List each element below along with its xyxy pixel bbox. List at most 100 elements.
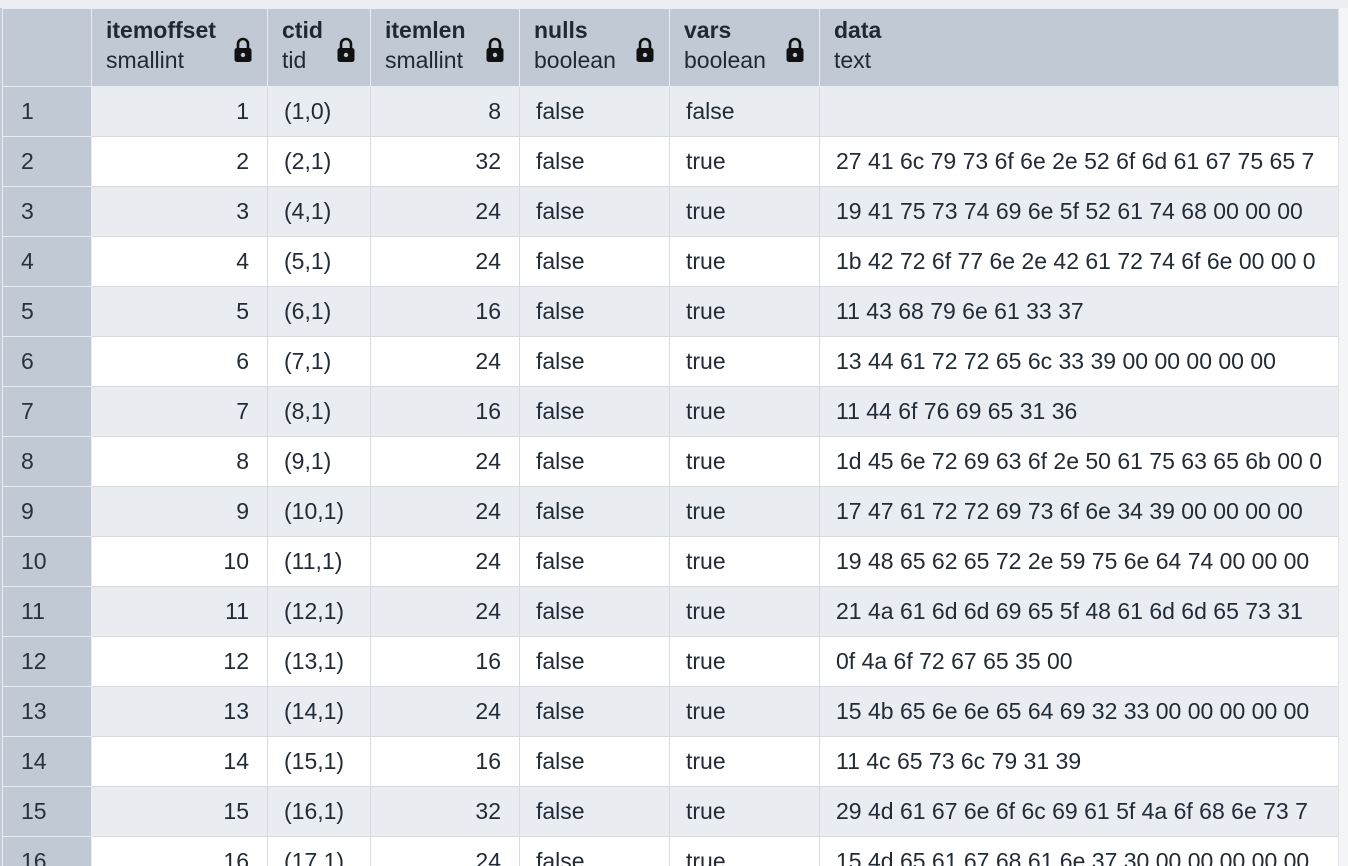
cell-nulls[interactable]: false bbox=[519, 636, 670, 687]
cell-itemlen[interactable]: 24 bbox=[370, 436, 520, 487]
cell-data[interactable]: 15 4d 65 61 67 68 61 6e 37 30 00 00 00 0… bbox=[819, 836, 1340, 866]
cell-itemoffset[interactable]: 4 bbox=[91, 236, 268, 287]
result-grid[interactable]: itemoffset smallint ctid tid itemlen smallint… bbox=[0, 8, 1340, 866]
row-number[interactable]: 15 bbox=[2, 786, 92, 837]
cell-vars[interactable]: true bbox=[669, 686, 820, 737]
column-header-itemoffset[interactable]: itemoffset smallint bbox=[91, 8, 268, 87]
cell-itemoffset[interactable]: 16 bbox=[91, 836, 268, 866]
row-number[interactable]: 13 bbox=[2, 686, 92, 737]
cell-nulls[interactable]: false bbox=[519, 536, 670, 587]
cell-data[interactable]: 27 41 6c 79 73 6f 6e 2e 52 6f 6d 61 67 7… bbox=[819, 136, 1340, 187]
row-number[interactable]: 16 bbox=[2, 836, 92, 866]
cell-data[interactable]: 29 4d 61 67 6e 6f 6c 69 61 5f 4a 6f 68 6… bbox=[819, 786, 1340, 837]
cell-vars[interactable]: true bbox=[669, 586, 820, 637]
row-number[interactable]: 9 bbox=[2, 486, 92, 537]
cell-itemlen[interactable]: 24 bbox=[370, 236, 520, 287]
cell-itemoffset[interactable]: 3 bbox=[91, 186, 268, 237]
cell-itemoffset[interactable]: 13 bbox=[91, 686, 268, 737]
cell-data[interactable]: 19 41 75 73 74 69 6e 5f 52 61 74 68 00 0… bbox=[819, 186, 1340, 237]
cell-itemlen[interactable]: 16 bbox=[370, 286, 520, 337]
cell-ctid[interactable]: (5,1) bbox=[267, 236, 371, 287]
cell-itemlen[interactable]: 24 bbox=[370, 486, 520, 537]
cell-vars[interactable]: true bbox=[669, 436, 820, 487]
row-number[interactable]: 2 bbox=[2, 136, 92, 187]
column-header-vars[interactable]: vars boolean bbox=[669, 8, 820, 87]
cell-vars[interactable]: true bbox=[669, 336, 820, 387]
table-row[interactable]: 6 6 (7,1) 24 false true 13 44 61 72 72 65 6c 3… bbox=[2, 336, 1340, 387]
row-number[interactable]: 4 bbox=[2, 236, 92, 287]
column-header-itemlen[interactable]: itemlen smallint bbox=[370, 8, 520, 87]
cell-itemoffset[interactable]: 8 bbox=[91, 436, 268, 487]
cell-itemoffset[interactable]: 5 bbox=[91, 286, 268, 337]
table-row[interactable]: 11 11 (12,1) 24 false true 21 4a 61 6d 6d 69 6… bbox=[2, 586, 1340, 637]
column-header-data[interactable]: data text bbox=[819, 8, 1340, 87]
cell-ctid[interactable]: (14,1) bbox=[267, 686, 371, 737]
cell-ctid[interactable]: (6,1) bbox=[267, 286, 371, 337]
cell-vars[interactable]: true bbox=[669, 136, 820, 187]
cell-vars[interactable]: true bbox=[669, 836, 820, 866]
cell-ctid[interactable]: (10,1) bbox=[267, 486, 371, 537]
row-number[interactable]: 1 bbox=[2, 86, 92, 137]
cell-itemoffset[interactable]: 7 bbox=[91, 386, 268, 437]
table-row[interactable]: 7 7 (8,1) 16 false true 11 44 6f 76 69 65 31 3… bbox=[2, 386, 1340, 437]
cell-itemlen[interactable]: 24 bbox=[370, 686, 520, 737]
cell-itemlen[interactable]: 32 bbox=[370, 786, 520, 837]
cell-nulls[interactable]: false bbox=[519, 336, 670, 387]
cell-itemoffset[interactable]: 6 bbox=[91, 336, 268, 387]
cell-ctid[interactable]: (7,1) bbox=[267, 336, 371, 387]
cell-itemoffset[interactable]: 1 bbox=[91, 86, 268, 137]
row-number[interactable]: 10 bbox=[2, 536, 92, 587]
cell-nulls[interactable]: false bbox=[519, 86, 670, 137]
cell-vars[interactable]: true bbox=[669, 636, 820, 687]
cell-nulls[interactable]: false bbox=[519, 136, 670, 187]
column-header-nulls[interactable]: nulls boolean bbox=[519, 8, 670, 87]
cell-vars[interactable]: true bbox=[669, 236, 820, 287]
table-row[interactable]: 13 13 (14,1) 24 false true 15 4b 65 6e 6e 65 6… bbox=[2, 686, 1340, 737]
cell-data[interactable]: 21 4a 61 6d 6d 69 65 5f 48 61 6d 6d 65 7… bbox=[819, 586, 1340, 637]
cell-vars[interactable]: true bbox=[669, 486, 820, 537]
cell-nulls[interactable]: false bbox=[519, 786, 670, 837]
cell-data[interactable] bbox=[819, 86, 1340, 137]
cell-vars[interactable]: true bbox=[669, 786, 820, 837]
row-number[interactable]: 14 bbox=[2, 736, 92, 787]
cell-ctid[interactable]: (9,1) bbox=[267, 436, 371, 487]
row-number[interactable]: 6 bbox=[2, 336, 92, 387]
cell-ctid[interactable]: (11,1) bbox=[267, 536, 371, 587]
cell-data[interactable]: 17 47 61 72 72 69 73 6f 6e 34 39 00 00 0… bbox=[819, 486, 1340, 537]
cell-data[interactable]: 19 48 65 62 65 72 2e 59 75 6e 64 74 00 0… bbox=[819, 536, 1340, 587]
cell-ctid[interactable]: (8,1) bbox=[267, 386, 371, 437]
cell-ctid[interactable]: (4,1) bbox=[267, 186, 371, 237]
table-row[interactable]: 2 2 (2,1) 32 false true 27 41 6c 79 73 6f 6e 2… bbox=[2, 136, 1340, 187]
cell-itemlen[interactable]: 8 bbox=[370, 86, 520, 137]
row-number[interactable]: 3 bbox=[2, 186, 92, 237]
cell-nulls[interactable]: false bbox=[519, 286, 670, 337]
table-row[interactable]: 1 1 (1,0) 8 false false bbox=[2, 86, 1340, 137]
cell-data[interactable]: 1b 42 72 6f 77 6e 2e 42 61 72 74 6f 6e 0… bbox=[819, 236, 1340, 287]
row-number[interactable]: 11 bbox=[2, 586, 92, 637]
cell-nulls[interactable]: false bbox=[519, 486, 670, 537]
cell-itemlen[interactable]: 24 bbox=[370, 536, 520, 587]
vertical-scrollbar[interactable] bbox=[1338, 8, 1348, 866]
cell-itemoffset[interactable]: 14 bbox=[91, 736, 268, 787]
cell-itemlen[interactable]: 32 bbox=[370, 136, 520, 187]
cell-ctid[interactable]: (15,1) bbox=[267, 736, 371, 787]
cell-data[interactable]: 0f 4a 6f 72 67 65 35 00 bbox=[819, 636, 1340, 687]
cell-data[interactable]: 13 44 61 72 72 65 6c 33 39 00 00 00 00 0… bbox=[819, 336, 1340, 387]
cell-nulls[interactable]: false bbox=[519, 686, 670, 737]
cell-itemlen[interactable]: 16 bbox=[370, 386, 520, 437]
cell-nulls[interactable]: false bbox=[519, 736, 670, 787]
cell-ctid[interactable]: (17,1) bbox=[267, 836, 371, 866]
cell-data[interactable]: 15 4b 65 6e 6e 65 64 69 32 33 00 00 00 0… bbox=[819, 686, 1340, 737]
cell-nulls[interactable]: false bbox=[519, 436, 670, 487]
table-row[interactable]: 12 12 (13,1) 16 false true 0f 4a 6f 72 67 65 3… bbox=[2, 636, 1340, 687]
row-number[interactable]: 7 bbox=[2, 386, 92, 437]
table-row[interactable]: 16 16 (17,1) 24 false true 15 4d 65 61 67 68 6… bbox=[2, 836, 1340, 866]
cell-ctid[interactable]: (13,1) bbox=[267, 636, 371, 687]
cell-itemoffset[interactable]: 12 bbox=[91, 636, 268, 687]
column-header-ctid[interactable]: ctid tid bbox=[267, 8, 371, 87]
cell-itemoffset[interactable]: 9 bbox=[91, 486, 268, 537]
select-all-corner[interactable] bbox=[2, 8, 92, 87]
cell-ctid[interactable]: (2,1) bbox=[267, 136, 371, 187]
cell-itemoffset[interactable]: 15 bbox=[91, 786, 268, 837]
row-number[interactable]: 5 bbox=[2, 286, 92, 337]
